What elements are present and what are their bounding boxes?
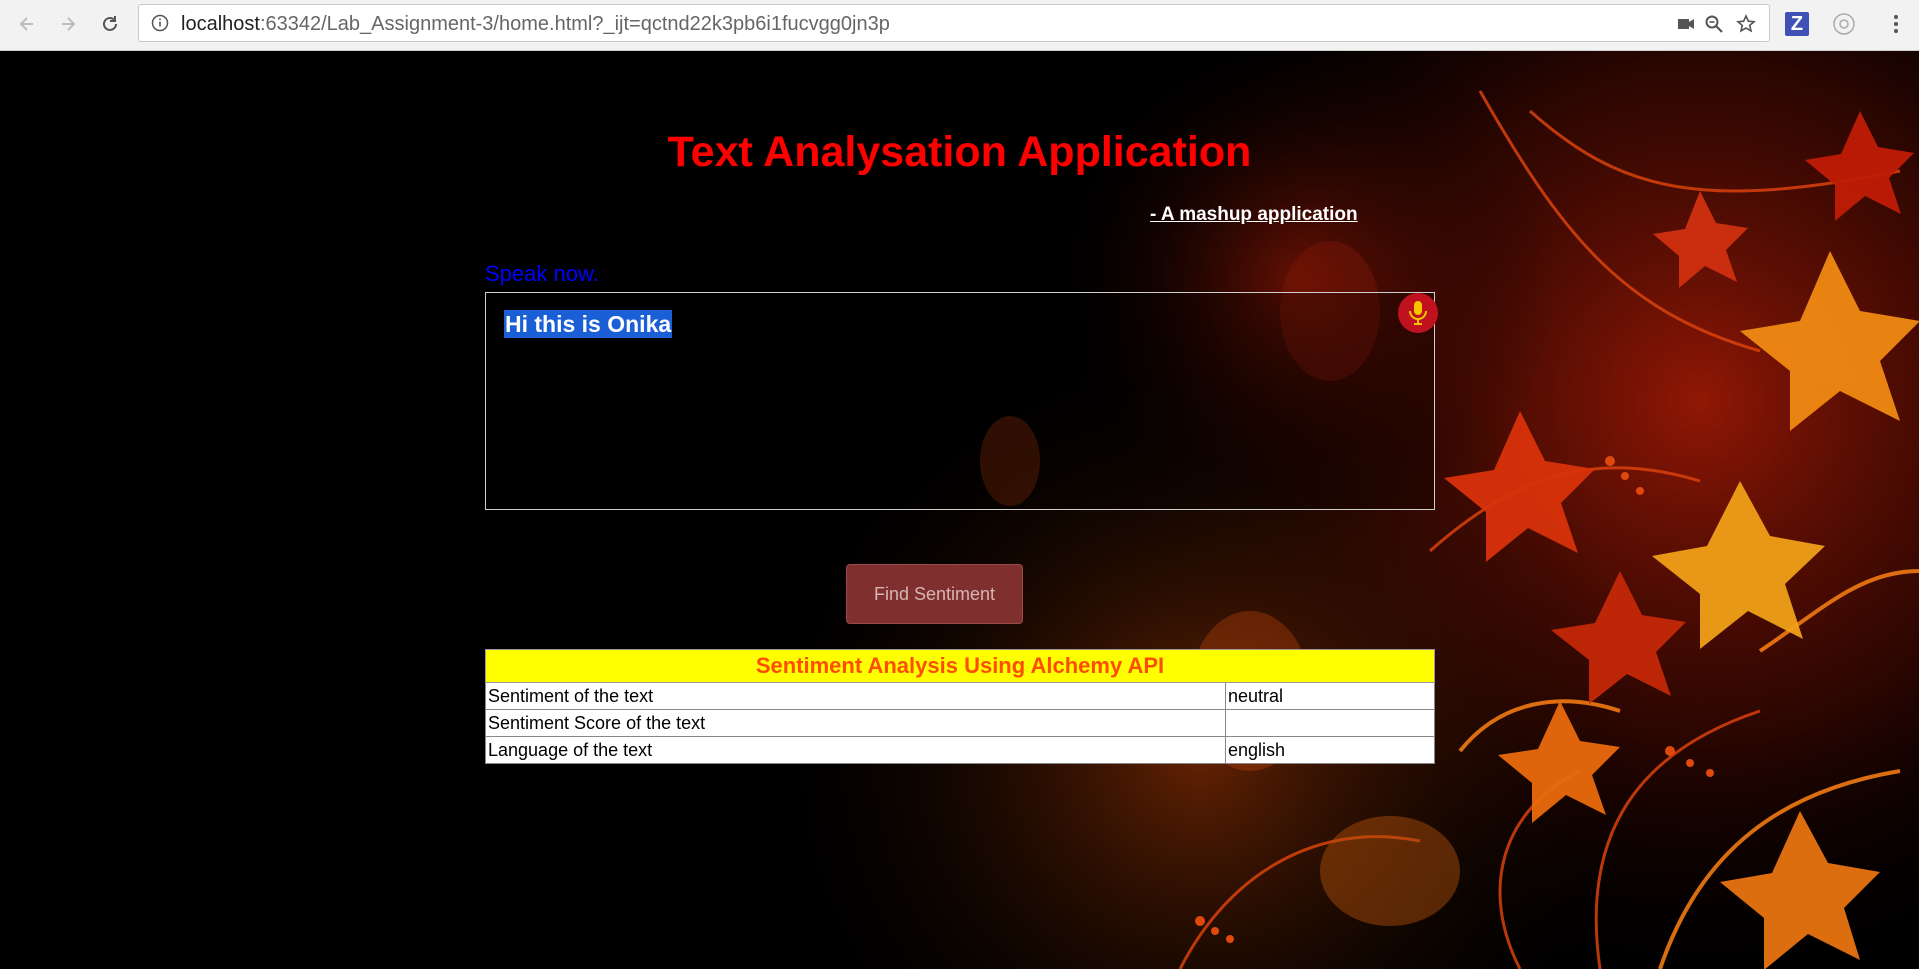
back-arrow-icon [19, 17, 33, 31]
table-header-row: Sentiment Analysis Using Alchemy API [485, 649, 1435, 683]
speak-now-label: Speak now. [485, 261, 599, 286]
camera-icon[interactable] [1676, 14, 1696, 34]
url-text: localhost:63342/Lab_Assignment-3/home.ht… [181, 13, 890, 35]
microphone-button[interactable] [1398, 293, 1438, 333]
url-host: localhost [181, 13, 260, 35]
page-content: Text Analysation Application - A mashup … [0, 51, 1919, 969]
table-row: Sentiment of the text neutral [485, 682, 1435, 710]
url-path: :63342/Lab_Assignment-3/home.html?_ijt=q… [259, 13, 890, 35]
menu-dots-icon[interactable] [1884, 12, 1908, 36]
info-icon[interactable] [151, 14, 169, 32]
table-row: Language of the text english [485, 736, 1435, 764]
sentiment-results-table: Sentiment Analysis Using Alchemy API Sen… [485, 649, 1435, 764]
star-icon[interactable] [1736, 14, 1756, 34]
selected-text: Hi this is Onika [504, 310, 673, 338]
row-value: english [1225, 736, 1435, 764]
table-header: Sentiment Analysis Using Alchemy API [485, 649, 1435, 683]
microphone-icon [1409, 301, 1427, 325]
forward-button[interactable] [53, 9, 83, 39]
row-value: neutral [1225, 682, 1435, 710]
zoom-icon[interactable] [1704, 14, 1724, 34]
row-value [1225, 709, 1435, 737]
row-label: Language of the text [485, 736, 1226, 764]
address-bar[interactable]: localhost:63342/Lab_Assignment-3/home.ht… [138, 4, 1770, 42]
forward-arrow-icon [62, 17, 76, 31]
reload-button[interactable] [95, 9, 125, 39]
find-sentiment-button[interactable]: Find Sentiment [846, 564, 1023, 624]
browser-toolbar: localhost:63342/Lab_Assignment-3/home.ht… [0, 0, 1919, 51]
row-label: Sentiment Score of the text [485, 709, 1226, 737]
extension-circle-icon[interactable] [1832, 12, 1856, 36]
page-subtitle-link[interactable]: - A mashup application [1150, 204, 1358, 226]
autumn-leaves-background [0, 51, 1919, 969]
extension-z-icon[interactable]: Z [1785, 12, 1809, 36]
row-label: Sentiment of the text [485, 682, 1226, 710]
back-button[interactable] [12, 9, 42, 39]
reload-icon [103, 16, 117, 31]
speech-text-area[interactable]: Hi this is Onika [485, 292, 1438, 510]
table-row: Sentiment Score of the text [485, 709, 1435, 737]
page-title: Text Analysation Application [667, 128, 1252, 176]
